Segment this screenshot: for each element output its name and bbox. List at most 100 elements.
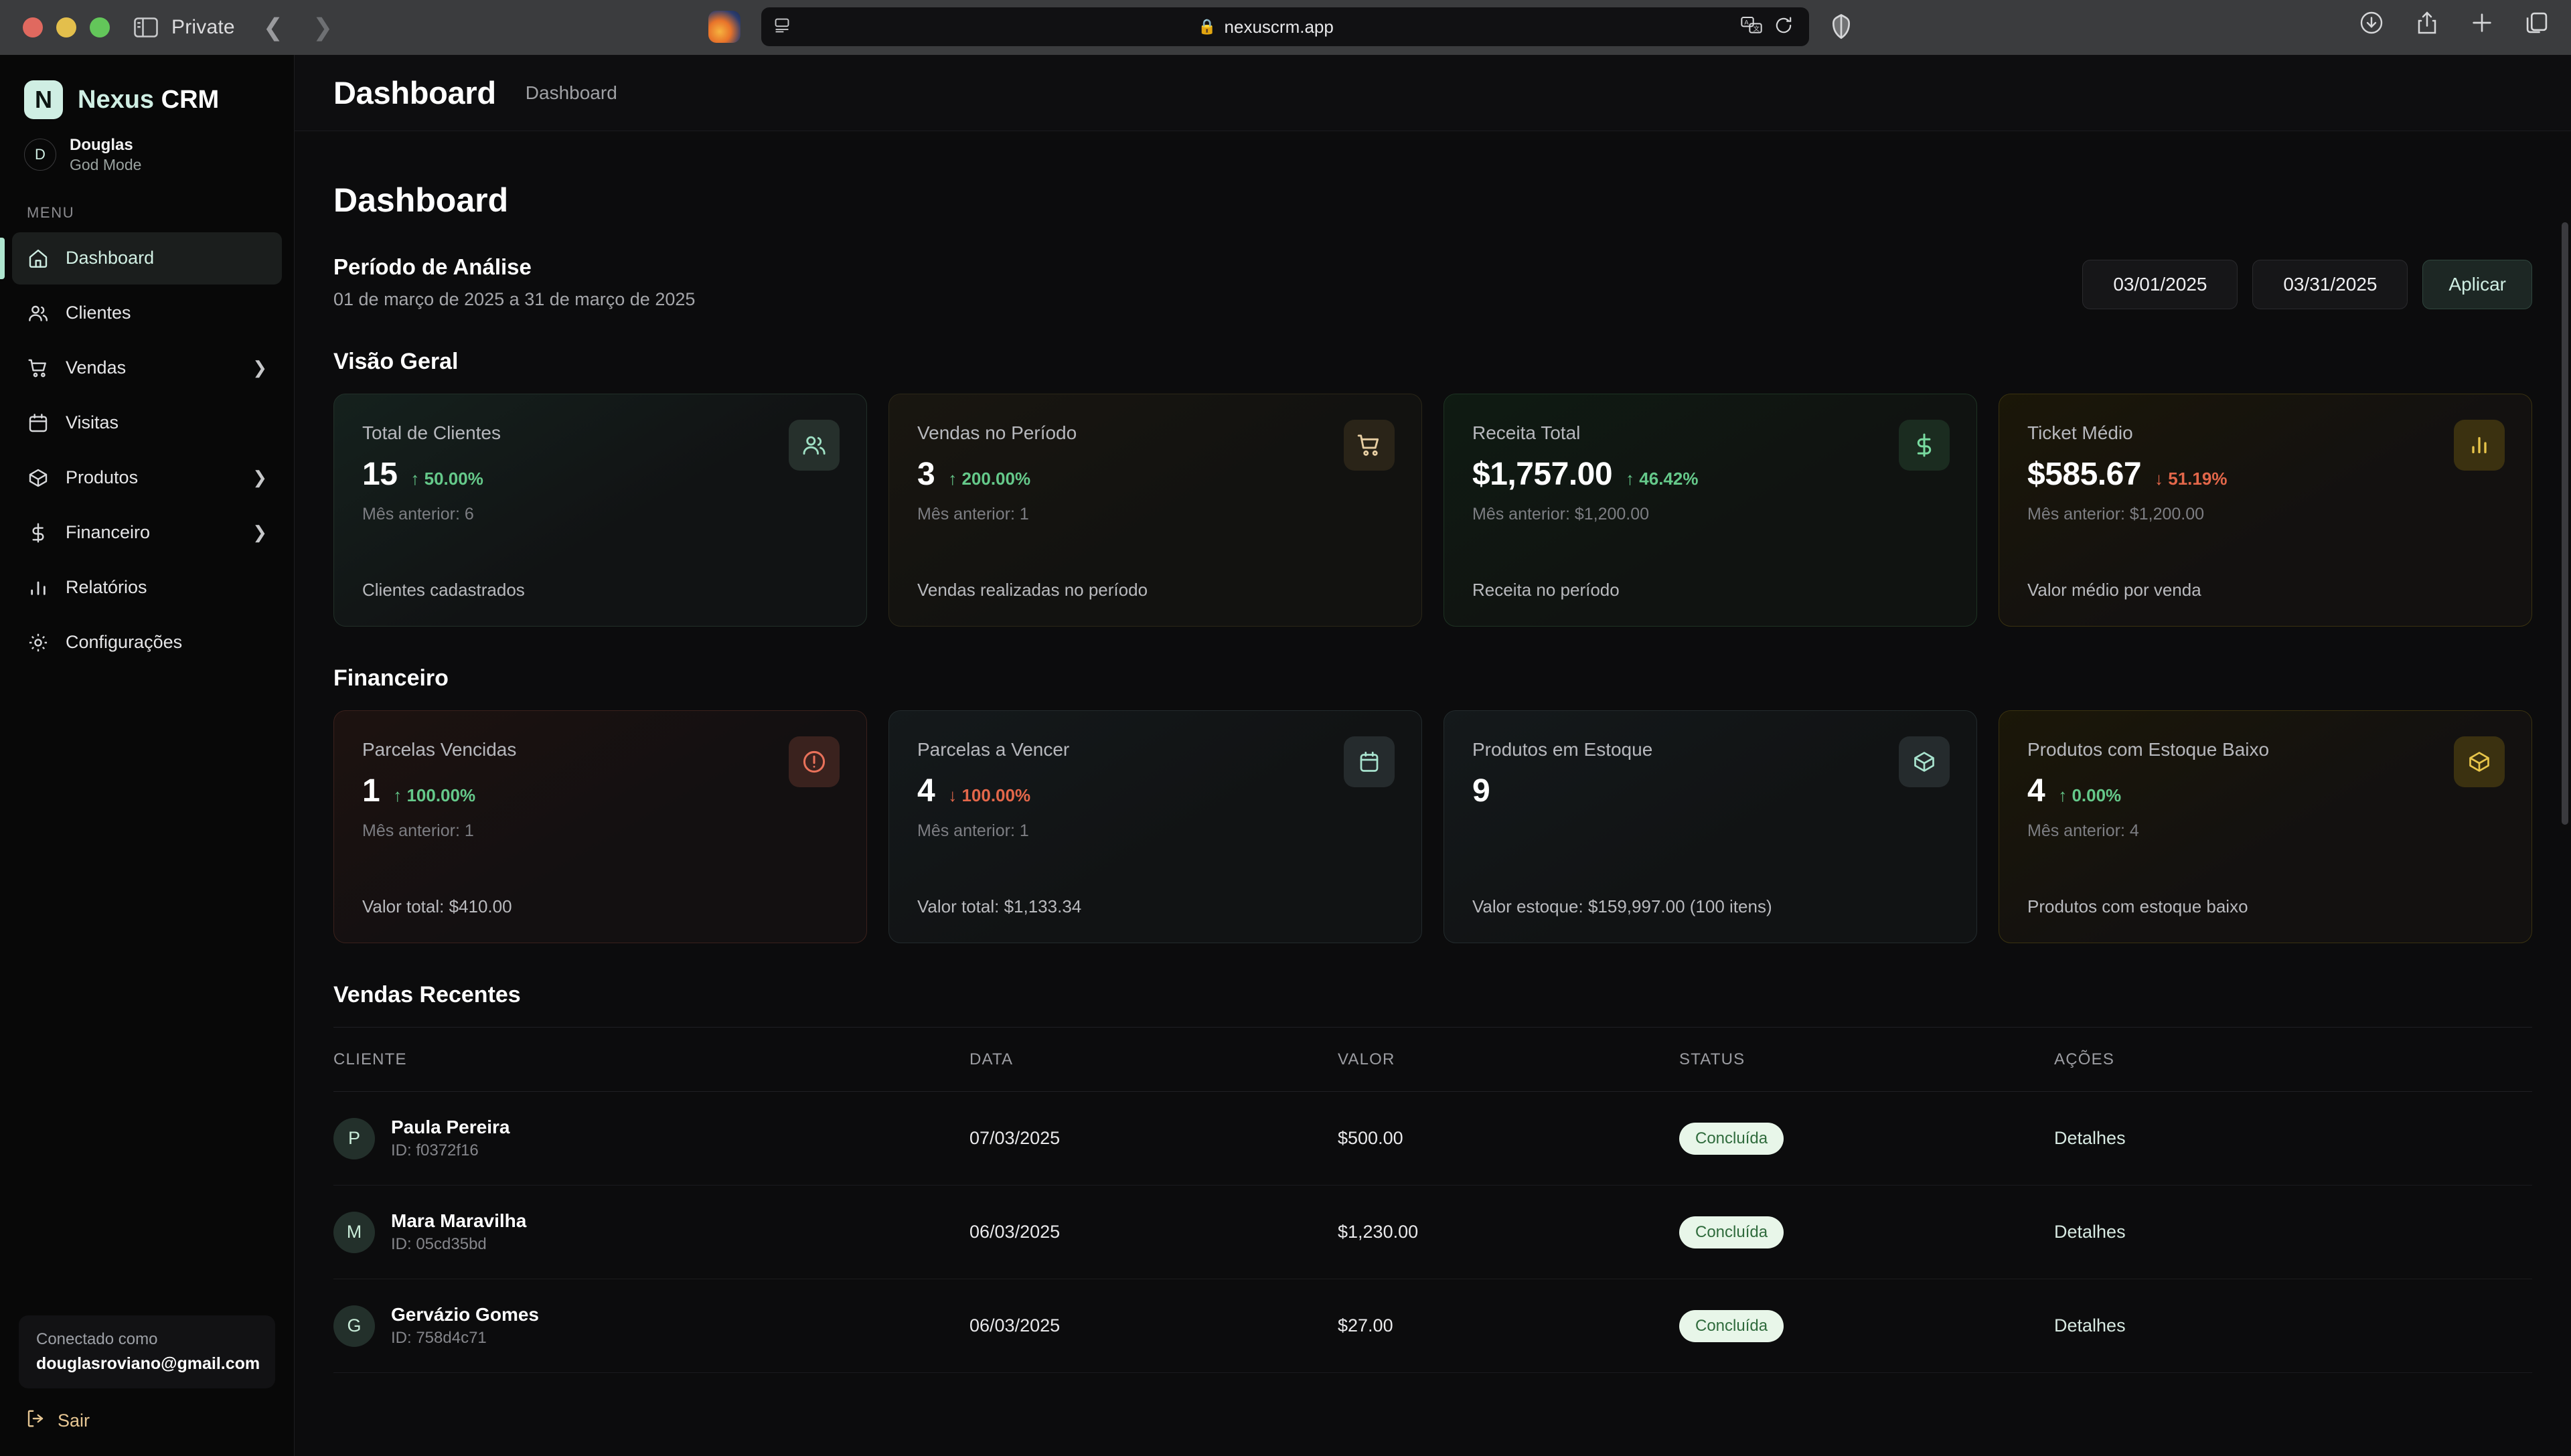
kpi-card-produtos-estoque-baixo[interactable]: Produtos com Estoque Baixo 4 ↑ 0.00% Mês… bbox=[1999, 710, 2532, 943]
kpi-label: Parcelas a Vencer bbox=[917, 739, 1070, 760]
sidebar-item-configuracoes[interactable]: Configurações bbox=[12, 617, 282, 669]
period-title: Período de Análise bbox=[333, 254, 532, 279]
sidebar-item-dashboard[interactable]: Dashboard bbox=[0, 232, 282, 285]
sidebar-item-relatorios[interactable]: Relatórios bbox=[12, 562, 282, 614]
kpi-footnote: Receita no período bbox=[1472, 580, 1620, 600]
kpi-previous: Mês anterior: 1 bbox=[917, 505, 1029, 523]
download-icon[interactable] bbox=[2359, 11, 2384, 38]
users-icon bbox=[789, 420, 840, 471]
status-badge: Concluída bbox=[1679, 1122, 1784, 1155]
forward-button[interactable]: ❯ bbox=[313, 15, 333, 39]
recent-sales-title: Vendas Recentes bbox=[333, 982, 521, 1007]
sidebar-item-label: Relatórios bbox=[66, 577, 147, 598]
customer-name: Paula Pereira bbox=[391, 1117, 510, 1138]
kpi-card-total-clientes[interactable]: Total de Clientes 15 ↑ 50.00% Mês anteri… bbox=[333, 394, 867, 627]
close-window-button[interactable] bbox=[23, 17, 43, 37]
minimize-window-button[interactable] bbox=[56, 17, 76, 37]
sidebar-item-label: Configurações bbox=[66, 632, 183, 653]
page-topbar: Dashboard Dashboard bbox=[295, 55, 2571, 131]
kpi-value: 15 bbox=[362, 457, 398, 492]
navigation-arrows[interactable]: ❮ ❯ bbox=[263, 15, 333, 39]
sidebar-item-vendas[interactable]: Vendas ❯ bbox=[12, 342, 282, 394]
page-scrollbar[interactable] bbox=[2562, 222, 2568, 825]
kpi-value-row: 9 bbox=[1472, 773, 1948, 809]
customer-cell: G Gervázio Gomes ID: 758d4c71 bbox=[333, 1303, 969, 1349]
kpi-previous: Mês anterior: 1 bbox=[917, 821, 1029, 840]
sidebar-item-produtos[interactable]: Produtos ❯ bbox=[12, 452, 282, 504]
period-info: Período de Análise 01 de março de 2025 a… bbox=[333, 254, 695, 310]
customer-name: Gervázio Gomes bbox=[391, 1304, 539, 1325]
status-cell: Concluída bbox=[1679, 1309, 2054, 1342]
kpi-previous: Mês anterior: 6 bbox=[362, 505, 474, 523]
home-icon bbox=[27, 247, 50, 270]
details-link[interactable]: Detalhes bbox=[2054, 1222, 2532, 1242]
kpi-value: 4 bbox=[917, 773, 935, 809]
sidebar-item-label: Vendas bbox=[66, 357, 127, 378]
kpi-value-row: 3 ↑ 200.00% bbox=[917, 456, 1393, 493]
user-profile[interactable]: D Douglas God Mode bbox=[0, 119, 294, 175]
kpi-card-produtos-em-estoque[interactable]: Produtos em Estoque 9 Valor estoque: $15… bbox=[1444, 710, 1977, 943]
calendar-icon bbox=[27, 412, 50, 434]
kpi-card-vendas-periodo[interactable]: Vendas no Período 3 ↑ 200.00% Mês anteri… bbox=[888, 394, 1422, 627]
connected-label: Conectado como bbox=[36, 1330, 158, 1348]
kpi-value: $585.67 bbox=[2027, 457, 2142, 492]
kpi-label: Total de Clientes bbox=[362, 422, 501, 443]
menu-section-label: MENU bbox=[27, 204, 75, 221]
brand[interactable]: N Nexus CRM bbox=[0, 55, 294, 119]
kpi-label: Ticket Médio bbox=[2027, 422, 2133, 443]
reader-view-icon[interactable] bbox=[773, 17, 791, 37]
sidebar-item-financeiro[interactable]: Financeiro ❯ bbox=[12, 507, 282, 559]
avatar: G bbox=[333, 1305, 375, 1347]
logout-icon bbox=[25, 1408, 46, 1433]
kpi-card-ticket-medio[interactable]: Ticket Médio $585.67 ↓ 51.19% Mês anteri… bbox=[1999, 394, 2532, 627]
address-bar[interactable]: 🔒 nexuscrm.app A 文 bbox=[761, 7, 1809, 46]
sale-value: $27.00 bbox=[1338, 1315, 1393, 1336]
status-cell: Concluída bbox=[1679, 1216, 2054, 1248]
maximize-window-button[interactable] bbox=[90, 17, 110, 37]
back-button[interactable]: ❮ bbox=[263, 15, 283, 39]
logout-button[interactable]: Sair bbox=[19, 1388, 275, 1433]
kpi-delta: ↑ 100.00% bbox=[393, 785, 476, 805]
table-row[interactable]: P Paula Pereira ID: f0372f16 07/03/2025 … bbox=[333, 1092, 2532, 1186]
extension-rocket-icon[interactable] bbox=[708, 11, 741, 43]
details-link[interactable]: Detalhes bbox=[2054, 1315, 2532, 1336]
end-date-input[interactable]: 03/31/2025 bbox=[2252, 260, 2408, 309]
kpi-delta: ↑ 0.00% bbox=[2058, 785, 2122, 805]
kpi-previous: Mês anterior: $1,200.00 bbox=[2027, 505, 2205, 523]
details-link[interactable]: Detalhes bbox=[2054, 1128, 2532, 1149]
connected-account-box: Conectado como douglasroviano@gmail.com bbox=[19, 1315, 275, 1388]
sidebar-item-label: Dashboard bbox=[66, 248, 155, 268]
start-date-input[interactable]: 03/01/2025 bbox=[2082, 260, 2238, 309]
apply-button[interactable]: Aplicar bbox=[2422, 260, 2532, 309]
sidebar-item-clientes[interactable]: Clientes bbox=[12, 287, 282, 339]
kpi-value-row: 1 ↑ 100.00% bbox=[362, 773, 838, 809]
kpi-card-parcelas-a-vencer[interactable]: Parcelas a Vencer 4 ↓ 100.00% Mês anteri… bbox=[888, 710, 1422, 943]
reload-icon[interactable] bbox=[1774, 16, 1793, 38]
browser-right-icons[interactable] bbox=[2359, 11, 2548, 38]
chevron-right-icon: ❯ bbox=[252, 357, 267, 378]
kpi-label: Vendas no Período bbox=[917, 422, 1077, 443]
shield-icon[interactable] bbox=[1831, 13, 1851, 44]
table-row[interactable]: M Mara Maravilha ID: 05cd35bd 06/03/2025… bbox=[333, 1186, 2532, 1279]
calendar-icon bbox=[1344, 736, 1395, 787]
kpi-value: 4 bbox=[2027, 773, 2045, 809]
window-traffic-lights[interactable] bbox=[23, 17, 110, 37]
kpi-delta: ↓ 51.19% bbox=[2155, 469, 2228, 489]
kpi-delta: ↓ 100.00% bbox=[948, 785, 1031, 805]
tab-overview-icon[interactable] bbox=[2525, 11, 2548, 37]
new-tab-icon[interactable] bbox=[2471, 11, 2493, 37]
sidebar-toggle-icon[interactable] bbox=[134, 17, 161, 38]
translate-icon[interactable]: A 文 bbox=[1741, 15, 1762, 39]
kpi-previous: Mês anterior: 1 bbox=[362, 821, 474, 840]
kpi-delta: ↑ 200.00% bbox=[948, 469, 1031, 489]
table-row[interactable]: G Gervázio Gomes ID: 758d4c71 06/03/2025… bbox=[333, 1279, 2532, 1373]
sidebar-item-visitas[interactable]: Visitas bbox=[12, 397, 282, 449]
kpi-value: 1 bbox=[362, 773, 380, 809]
financial-cards: Parcelas Vencidas 1 ↑ 100.00% Mês anteri… bbox=[333, 710, 2532, 943]
kpi-value-row: 4 ↓ 100.00% bbox=[917, 773, 1393, 809]
share-icon[interactable] bbox=[2416, 11, 2438, 38]
sidebar-nav: Dashboard Clientes Vendas ❯ Visitas Prod… bbox=[0, 232, 294, 669]
period-subtitle: 01 de março de 2025 a 31 de março de 202… bbox=[333, 289, 696, 309]
kpi-card-parcelas-vencidas[interactable]: Parcelas Vencidas 1 ↑ 100.00% Mês anteri… bbox=[333, 710, 867, 943]
kpi-card-receita-total[interactable]: Receita Total $1,757.00 ↑ 46.42% Mês ant… bbox=[1444, 394, 1977, 627]
